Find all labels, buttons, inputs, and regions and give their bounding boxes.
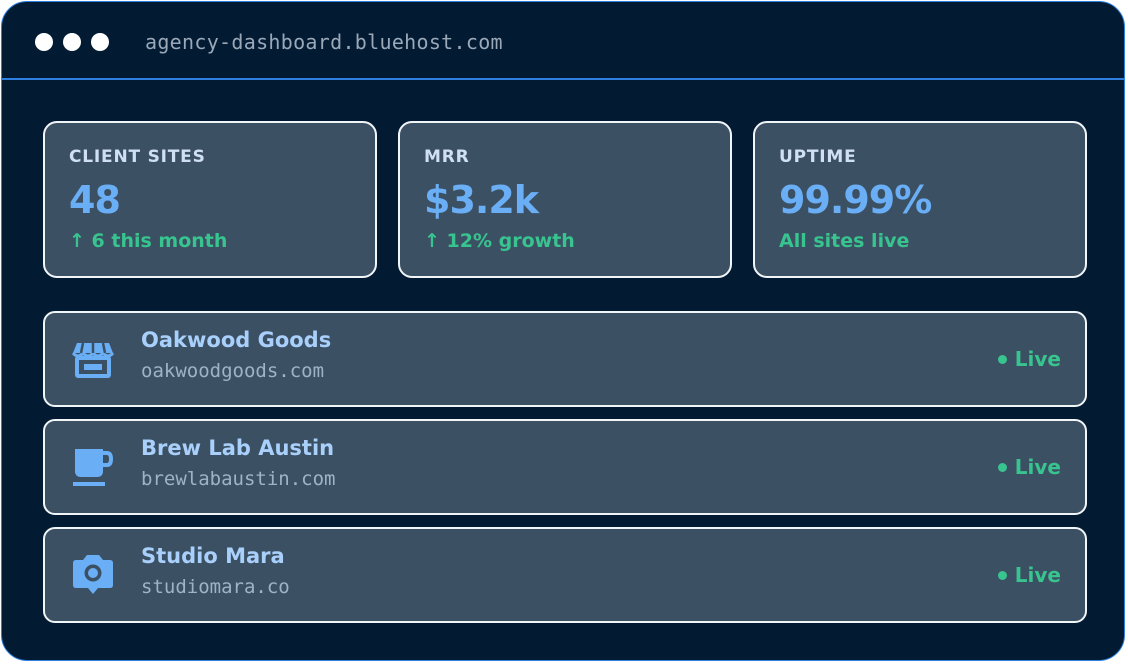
camera-icon xyxy=(73,555,113,594)
status-dot-icon xyxy=(997,354,1007,364)
stat-card-mrr: MRR $3.2k ↑ 12% growth xyxy=(398,121,732,278)
site-row-brew-lab-austin[interactable]: Brew Lab Austin brewlabaustin.com Live xyxy=(43,419,1087,515)
window-minimize-dot[interactable] xyxy=(63,33,81,51)
site-row-oakwood-goods[interactable]: Oakwood Goods oakwoodgoods.com Live xyxy=(43,311,1087,407)
stat-label: MRR xyxy=(424,147,470,167)
stat-card-uptime: UPTIME 99.99% All sites live xyxy=(753,121,1087,278)
site-name: Studio Mara xyxy=(141,544,285,568)
window-close-dot[interactable] xyxy=(35,33,53,51)
status-dot-icon xyxy=(997,462,1007,472)
status-badge: Live xyxy=(997,347,1061,371)
stat-trend: ↑ 12% growth xyxy=(424,230,575,252)
status-label: Live xyxy=(1014,347,1061,371)
stat-trend: All sites live xyxy=(779,230,910,252)
browser-window: agency-dashboard.bluehost.com CLIENT SIT… xyxy=(1,1,1125,661)
stat-trend: ↑ 6 this month xyxy=(69,230,228,252)
site-row-studio-mara[interactable]: Studio Mara studiomara.co Live xyxy=(43,527,1087,623)
site-name: Oakwood Goods xyxy=(141,328,332,352)
storefront-icon xyxy=(71,342,115,378)
status-label: Live xyxy=(1014,563,1061,587)
status-badge: Live xyxy=(997,563,1061,587)
stat-value: 99.99% xyxy=(779,178,932,222)
window-maximize-dot[interactable] xyxy=(91,33,109,51)
site-domain[interactable]: studiomara.co xyxy=(141,576,290,598)
status-dot-icon xyxy=(997,570,1007,580)
site-domain[interactable]: brewlabaustin.com xyxy=(141,468,335,490)
stat-label: UPTIME xyxy=(779,147,857,167)
site-domain[interactable]: oakwoodgoods.com xyxy=(141,360,324,382)
coffee-cup-icon xyxy=(73,449,114,486)
address-bar-url[interactable]: agency-dashboard.bluehost.com xyxy=(145,28,503,56)
title-bar: agency-dashboard.bluehost.com xyxy=(2,2,1124,80)
stat-card-client-sites: CLIENT SITES 48 ↑ 6 this month xyxy=(43,121,377,278)
stat-value: 48 xyxy=(69,178,121,222)
stat-value: $3.2k xyxy=(424,178,539,222)
status-badge: Live xyxy=(997,455,1061,479)
status-label: Live xyxy=(1014,455,1061,479)
stat-label: CLIENT SITES xyxy=(69,147,206,167)
site-name: Brew Lab Austin xyxy=(141,436,335,460)
